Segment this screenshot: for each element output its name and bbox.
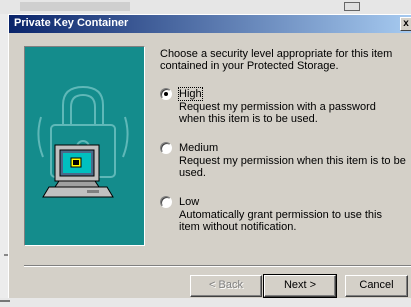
- option-low-label[interactable]: Low: [179, 196, 199, 208]
- option-high-description: Request my permission with a password wh…: [179, 101, 376, 125]
- intro-text: Choose a security level appropriate for …: [160, 48, 393, 72]
- window-title: Private Key Container: [14, 17, 129, 29]
- radio-low[interactable]: [160, 196, 172, 208]
- next-button-label: Next >: [283, 279, 317, 291]
- background-button-ghost: [344, 2, 360, 11]
- private-key-dialog: Private Key Container x Choose a securit…: [8, 14, 411, 298]
- radio-medium[interactable]: [160, 142, 172, 154]
- option-medium-label[interactable]: Medium: [179, 142, 218, 154]
- bottom-edge: [0, 298, 411, 307]
- computer-icon: [42, 144, 114, 198]
- close-button[interactable]: x: [400, 17, 411, 31]
- next-button[interactable]: Next >: [263, 274, 337, 298]
- edge-mark: [0, 300, 10, 302]
- left-edge: [0, 14, 8, 307]
- back-button-label: < Back: [209, 279, 243, 291]
- option-low-description: Automatically grant permission to use th…: [179, 209, 382, 233]
- back-button[interactable]: < Back: [190, 275, 262, 297]
- cancel-button-label: Cancel: [359, 279, 394, 291]
- wizard-illustration: [24, 46, 145, 246]
- background-window-strip: [0, 0, 411, 14]
- close-icon: x: [403, 18, 409, 29]
- padlock-computer-art: [37, 85, 129, 198]
- title-bar[interactable]: Private Key Container x: [9, 15, 411, 33]
- option-high-label[interactable]: High: [178, 87, 203, 101]
- separator-highlight: [24, 266, 411, 267]
- radio-high[interactable]: [160, 88, 172, 100]
- option-medium-description: Request my permission when this item is …: [179, 155, 406, 179]
- cancel-button[interactable]: Cancel: [345, 275, 408, 297]
- radio-selected-dot: [164, 92, 168, 96]
- background-title-ghost: [20, 2, 130, 11]
